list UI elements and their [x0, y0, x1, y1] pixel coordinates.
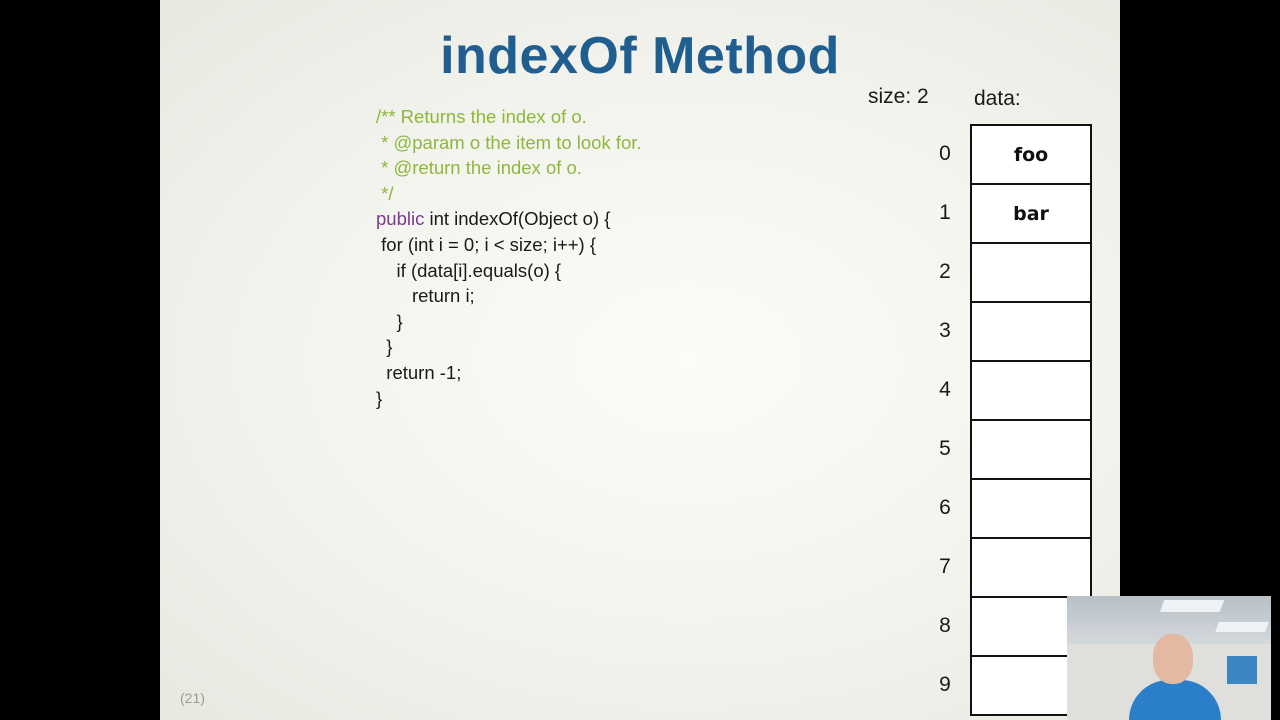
- code-keyword: public: [376, 208, 425, 230]
- code-line: /** Returns the index of o.: [376, 106, 587, 127]
- wall-board: [1227, 656, 1257, 684]
- array-index: 1: [939, 200, 951, 224]
- array-index: 5: [939, 436, 951, 460]
- code-line: * @return the index of o.: [376, 157, 582, 179]
- code-line: }: [376, 310, 403, 332]
- code-text: int indexOf(Object o) {: [424, 208, 611, 230]
- ceiling-light: [1159, 600, 1225, 612]
- code-line: if (data[i].equals(o) {: [376, 259, 562, 281]
- array-index: 2: [939, 259, 951, 283]
- array-index: 4: [939, 377, 951, 401]
- code-block: /** Returns the index of o. * @param o t…: [376, 104, 642, 411]
- webcam-overlay: [1067, 596, 1271, 720]
- code-line: return i;: [376, 285, 475, 307]
- size-label: size: 2: [868, 85, 929, 108]
- data-label: data:: [974, 87, 1021, 110]
- slide: indexOf Method /** Returns the index of …: [160, 0, 1120, 720]
- array-cell: [972, 362, 1090, 421]
- code-line: return -1;: [376, 361, 462, 383]
- array-cell: [972, 303, 1090, 362]
- array-index: 9: [939, 672, 951, 696]
- code-line: */: [376, 182, 394, 204]
- code-line: }: [376, 387, 383, 409]
- array-index: 0: [939, 141, 951, 165]
- array-cell: [972, 539, 1090, 598]
- array-cell: [972, 421, 1090, 480]
- code-line-signature: public int indexOf(Object o) {: [376, 206, 642, 232]
- array-indices: 0 1 2 3 4 5 6 7 8 9: [930, 124, 960, 714]
- code-line: for (int i = 0; i < size; i++) {: [376, 233, 597, 255]
- array-index: 7: [939, 554, 951, 578]
- array-index: 8: [939, 613, 951, 637]
- code-line: * @param o the item to look for.: [376, 131, 642, 153]
- array-cell: bar: [972, 185, 1090, 244]
- array-cell: [972, 480, 1090, 539]
- array-index: 6: [939, 495, 951, 519]
- code-line: }: [376, 336, 393, 358]
- array-cell: foo: [972, 126, 1090, 185]
- presenter-head: [1153, 634, 1193, 684]
- page-number: (21): [180, 690, 205, 706]
- slide-title: indexOf Method: [440, 27, 840, 85]
- ceiling-light: [1215, 622, 1269, 632]
- array-cell: [972, 244, 1090, 303]
- array-index: 3: [939, 318, 951, 342]
